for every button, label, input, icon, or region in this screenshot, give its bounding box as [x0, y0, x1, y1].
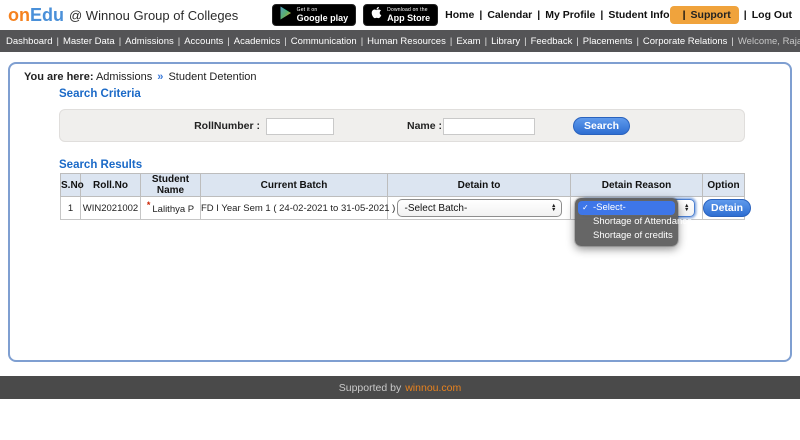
breadcrumb: You are here: Admissions » Student Deten…: [24, 71, 257, 83]
menu-item-library[interactable]: Library: [491, 36, 531, 47]
breadcrumb-arrow-icon: »: [157, 71, 163, 83]
table-header-row: S.No Roll.No Student Name Current Batch …: [61, 174, 745, 197]
col-header-option: Option: [703, 174, 745, 197]
search-results-table: S.No Roll.No Student Name Current Batch …: [60, 173, 745, 220]
top-header: onEdu @ Winnou Group of Colleges Get it …: [0, 0, 800, 30]
footer-bar: Supported by winnou.com: [0, 376, 800, 399]
google-play-tagline: Get it on: [297, 8, 349, 13]
rollnumber-label: RollNumber :: [180, 120, 260, 132]
select-stepper-icon: ▲▼: [551, 204, 556, 213]
cell-student-name: *Lalithya P: [141, 197, 201, 220]
select-stepper-icon: ▲▼: [684, 204, 689, 213]
col-header-detain-reason: Detain Reason: [571, 174, 703, 197]
main-menu-bar: Dashboard Master Data Admissions Account…: [0, 30, 800, 52]
col-header-current-batch: Current Batch: [201, 174, 388, 197]
link-home[interactable]: Home: [445, 9, 474, 21]
cell-option: Detain: [703, 197, 745, 220]
col-header-rollno: Roll.No: [81, 174, 141, 197]
rollnumber-input[interactable]: [266, 118, 334, 135]
search-criteria-title: Search Criteria: [59, 88, 141, 100]
logo-part-orange: on: [8, 5, 30, 25]
breadcrumb-section[interactable]: Admissions: [96, 71, 152, 83]
cell-sno: 1: [61, 197, 81, 220]
link-student-info[interactable]: Student Info: [595, 9, 669, 21]
menu-item-exam[interactable]: Exam: [456, 36, 491, 47]
cell-current-batch: FD I Year Sem 1 ( 24-02-2021 to 31-05-20…: [201, 197, 388, 220]
apple-icon: [371, 6, 382, 24]
link-my-profile[interactable]: My Profile: [532, 9, 595, 21]
menu-item-placements[interactable]: Placements: [583, 36, 643, 47]
search-criteria-box: RollNumber : Name : Search: [59, 109, 745, 142]
required-asterisk: *: [147, 200, 151, 210]
detain-button[interactable]: Detain: [703, 199, 751, 217]
app-store-label: App Store: [387, 14, 430, 23]
name-label: Name :: [407, 120, 442, 132]
detain-to-select[interactable]: -Select Batch- ▲▼: [397, 199, 562, 217]
menu-item-master-data[interactable]: Master Data: [63, 36, 125, 47]
app-store-tagline: Download on the: [387, 8, 430, 13]
dropdown-option-select[interactable]: ✓ -Select-: [578, 201, 675, 215]
menu-item-academics[interactable]: Academics: [234, 36, 291, 47]
checkmark-icon: ✓: [582, 203, 589, 213]
col-header-detain-to: Detain to: [388, 174, 571, 197]
search-button[interactable]: Search: [573, 117, 630, 135]
content-panel: You are here: Admissions » Student Deten…: [8, 62, 792, 362]
institution-name: @ Winnou Group of Colleges: [69, 8, 238, 23]
google-play-badge[interactable]: Get it on Google play: [272, 4, 357, 26]
main-menu-items: Dashboard Master Data Admissions Account…: [6, 36, 738, 47]
cell-detain-reason: -Select- ▲▼ ✓ -Select- Shortage of Atten…: [571, 197, 703, 220]
detain-reason-dropdown-menu: ✓ -Select- Shortage of Attendance Shorta…: [575, 198, 678, 246]
search-results-title: Search Results: [59, 159, 142, 171]
welcome-text: Welcome, Rajagopal Winnou@WGC: [738, 36, 800, 47]
menu-item-admissions[interactable]: Admissions: [125, 36, 184, 47]
google-play-icon: [280, 6, 292, 25]
breadcrumb-page: Student Detention: [168, 71, 256, 83]
col-header-sno: S.No: [61, 174, 81, 197]
dropdown-option-shortage-of-attendance[interactable]: Shortage of Attendance: [578, 215, 675, 229]
link-calendar[interactable]: Calendar: [474, 9, 532, 21]
google-play-label: Google play: [297, 14, 349, 23]
logo-part-blue: Edu: [30, 5, 64, 25]
app-logo: onEdu: [8, 5, 64, 26]
col-header-student-name: Student Name: [141, 174, 201, 197]
dropdown-option-shortage-of-credits[interactable]: Shortage of credits: [578, 229, 675, 243]
breadcrumb-prefix: You are here:: [24, 71, 94, 83]
name-input[interactable]: [443, 118, 535, 135]
cell-detain-to: -Select Batch- ▲▼: [388, 197, 571, 220]
cell-rollno: WIN2021002: [81, 197, 141, 220]
menu-item-communication[interactable]: Communication: [291, 36, 367, 47]
topbar-right: Get it on Google play Download on the Ap…: [272, 4, 792, 26]
menu-item-human-resources[interactable]: Human Resources: [367, 36, 456, 47]
footer-link-winnou[interactable]: winnou.com: [405, 382, 461, 394]
menu-item-accounts[interactable]: Accounts: [184, 36, 234, 47]
link-support[interactable]: Support: [670, 6, 739, 24]
footer-text: Supported by: [339, 382, 401, 394]
student-name-text: Lalithya P: [152, 205, 194, 216]
menu-item-feedback[interactable]: Feedback: [531, 36, 583, 47]
table-row: 1 WIN2021002 *Lalithya P FD I Year Sem 1…: [61, 197, 745, 220]
menu-item-dashboard[interactable]: Dashboard: [6, 36, 63, 47]
app-store-badge[interactable]: Download on the App Store: [363, 4, 438, 26]
detain-to-selected-value: -Select Batch-: [405, 203, 468, 214]
link-log-out[interactable]: Log Out: [739, 9, 792, 21]
top-links: Home Calendar My Profile Student Info Su…: [445, 6, 792, 24]
menu-item-corporate-relations[interactable]: Corporate Relations: [643, 36, 738, 47]
